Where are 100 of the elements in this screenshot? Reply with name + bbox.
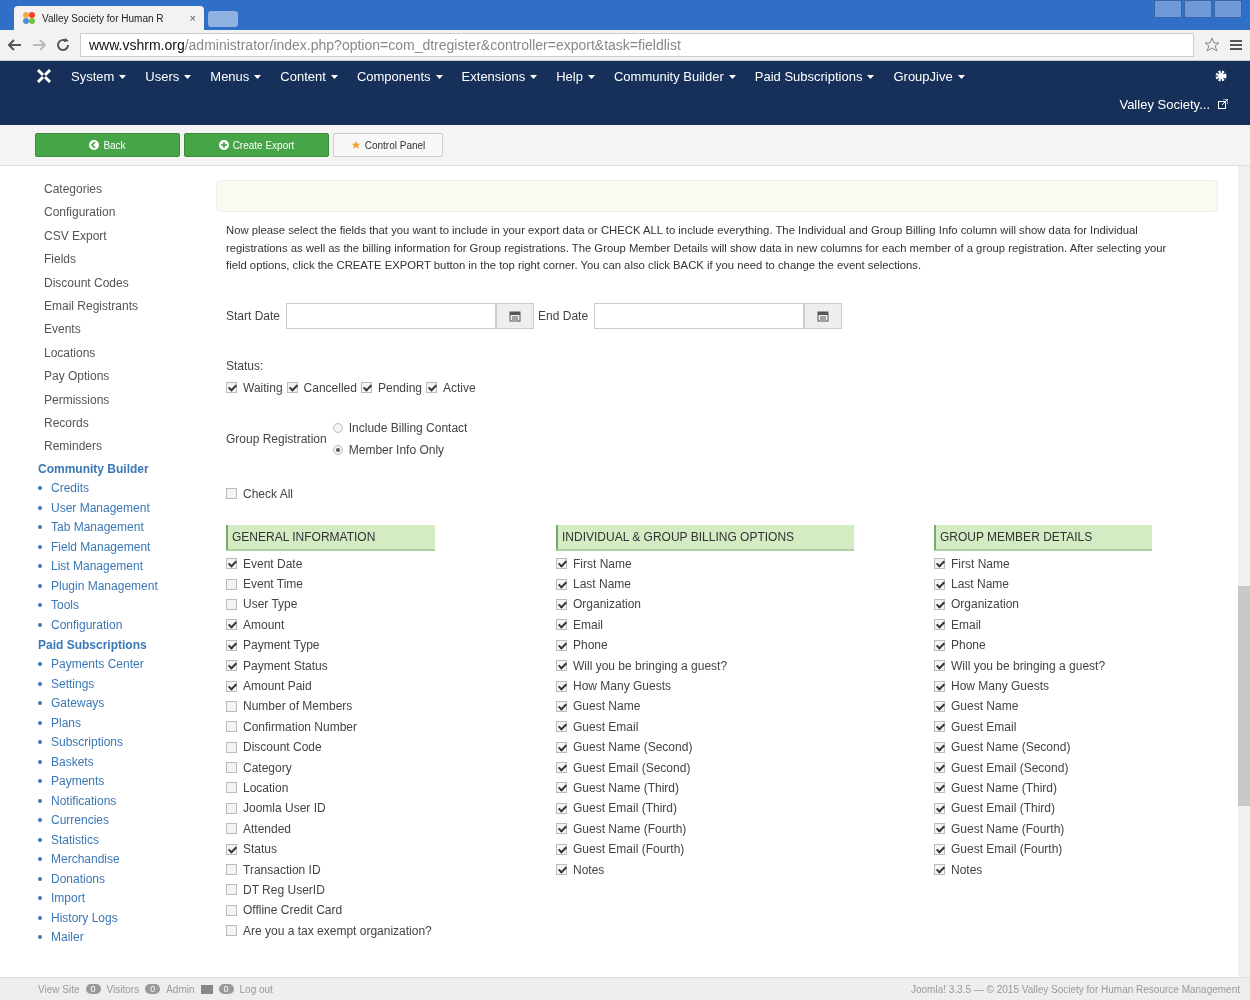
nav-menu[interactable]: GroupJive [893, 68, 965, 84]
checkbox[interactable] [556, 598, 567, 610]
checkbox[interactable] [934, 802, 945, 814]
checkbox[interactable] [226, 823, 237, 835]
checkbox[interactable] [556, 782, 567, 794]
checkbox[interactable] [934, 660, 945, 672]
checkbox[interactable] [226, 904, 237, 916]
sidebar-link[interactable]: Locations [38, 341, 210, 366]
checkbox[interactable] [556, 762, 567, 774]
sidebar-link[interactable]: Plans [51, 715, 82, 730]
checkbox[interactable] [226, 925, 237, 937]
checkbox[interactable] [556, 660, 567, 672]
nav-menu[interactable]: Paid Subscriptions [754, 68, 875, 84]
checkbox[interactable] [226, 619, 237, 631]
checkbox[interactable] [934, 823, 945, 835]
checkbox[interactable] [934, 762, 945, 774]
checkbox[interactable] [226, 700, 237, 712]
sidebar-link[interactable]: Field Management [51, 539, 151, 554]
checkbox[interactable] [556, 802, 567, 814]
checkbox[interactable] [226, 639, 237, 651]
reload-icon[interactable] [56, 38, 70, 52]
sidebar-link[interactable]: Configuration [51, 617, 123, 632]
checkbox[interactable] [934, 721, 945, 733]
checkbox[interactable] [226, 680, 237, 692]
checkbox[interactable] [286, 382, 298, 393]
checkbox[interactable] [226, 741, 237, 753]
checkbox[interactable] [934, 741, 945, 753]
menu-icon[interactable] [1230, 39, 1242, 51]
checkbox[interactable] [226, 884, 237, 896]
checkbox[interactable] [226, 864, 237, 876]
calendar-button[interactable] [496, 302, 535, 329]
checkbox[interactable] [226, 558, 237, 570]
nav-menu[interactable]: Users [145, 68, 192, 84]
end-date-field[interactable] [594, 302, 805, 329]
checkbox[interactable] [556, 843, 567, 855]
sidebar-link[interactable]: Tools [51, 598, 79, 613]
sidebar-link[interactable]: Events [38, 318, 210, 342]
sidebar-link[interactable]: Mailer [51, 930, 84, 945]
checkbox[interactable] [556, 578, 567, 590]
checkbox[interactable] [226, 762, 237, 774]
sidebar-link[interactable]: List Management [51, 559, 144, 574]
checkbox[interactable] [226, 382, 237, 393]
checkbox[interactable] [556, 864, 567, 876]
sidebar-link[interactable]: History Logs [51, 910, 118, 925]
sidebar-link[interactable]: Email Registrants [38, 294, 210, 319]
checkbox[interactable] [556, 823, 567, 835]
nav-menu[interactable]: Extensions [461, 68, 538, 84]
sidebar-link[interactable]: CSV Export [38, 224, 210, 249]
checkbox[interactable] [226, 578, 237, 590]
mail-icon[interactable] [200, 984, 213, 994]
back-arrow-icon[interactable] [8, 39, 22, 51]
external-link-icon[interactable] [1218, 99, 1228, 109]
checkbox[interactable] [556, 721, 567, 733]
nav-menu[interactable]: Components [356, 68, 443, 84]
checkbox[interactable] [226, 802, 237, 814]
sidebar-link[interactable]: Records [38, 411, 210, 436]
scrollbar[interactable] [1238, 166, 1250, 977]
sidebar-link[interactable]: Credits [51, 481, 89, 496]
checkbox[interactable] [556, 558, 567, 570]
checkbox[interactable] [226, 660, 237, 672]
checkbox[interactable] [934, 700, 945, 712]
close-tab-button[interactable]: × [189, 12, 196, 24]
radio-button[interactable] [332, 422, 343, 433]
checkbox[interactable] [934, 639, 945, 651]
nav-menu[interactable]: Content [280, 68, 338, 84]
sidebar-link[interactable]: Merchandise [51, 852, 120, 867]
checkbox[interactable] [556, 680, 567, 692]
toolbar-button[interactable]: Control Panel [333, 133, 443, 157]
checkbox[interactable] [226, 488, 237, 499]
calendar-button[interactable] [804, 302, 843, 329]
nav-menu[interactable]: Help [556, 68, 595, 84]
sidebar-link[interactable]: Baskets [51, 754, 94, 769]
user-menu[interactable]: Valley Society... [1119, 96, 1210, 112]
radio-button[interactable] [332, 444, 343, 455]
sidebar-link[interactable]: Subscriptions [51, 735, 124, 750]
sidebar-link[interactable]: Pay Options [38, 365, 210, 389]
checkbox[interactable] [226, 721, 237, 733]
checkbox[interactable] [556, 639, 567, 651]
bookmark-star-icon[interactable] [1204, 37, 1220, 53]
checkbox[interactable] [934, 782, 945, 794]
checkbox[interactable] [556, 619, 567, 631]
sidebar-link[interactable]: Plugin Management [51, 578, 158, 593]
checkbox[interactable] [934, 680, 945, 692]
sidebar-link[interactable]: Payments Center [51, 657, 144, 672]
sidebar-link[interactable]: Statistics [51, 832, 99, 847]
checkbox[interactable] [934, 578, 945, 590]
sidebar-link[interactable]: Currencies [51, 813, 110, 828]
checkbox[interactable] [426, 382, 437, 393]
nav-menu[interactable]: Community Builder [613, 68, 736, 84]
checkbox[interactable] [556, 700, 567, 712]
sidebar-link[interactable]: Discount Codes [38, 271, 210, 295]
checkbox[interactable] [360, 382, 372, 393]
joomla-logo-icon[interactable] [36, 68, 52, 84]
start-date-field[interactable] [286, 302, 497, 329]
checkbox[interactable] [226, 782, 237, 794]
checkbox[interactable] [934, 619, 945, 631]
checkbox[interactable] [556, 741, 567, 753]
sidebar-link[interactable]: Permissions [38, 388, 210, 412]
checkbox[interactable] [934, 843, 945, 855]
sidebar-link[interactable]: Tab Management [51, 520, 144, 535]
